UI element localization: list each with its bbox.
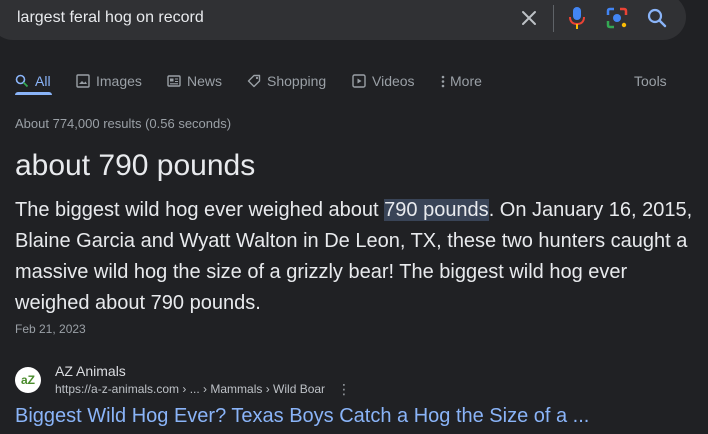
tab-label: All bbox=[35, 73, 51, 89]
tab-label: Shopping bbox=[267, 73, 327, 89]
tab-images[interactable]: Images bbox=[76, 71, 142, 91]
more-vertical-icon[interactable]: ⋮ bbox=[337, 381, 351, 398]
tab-label: News bbox=[187, 73, 223, 89]
tab-label: Videos bbox=[372, 73, 415, 89]
result-title-link[interactable]: Biggest Wild Hog Ever? Texas Boys Catch … bbox=[15, 405, 589, 428]
tools-label: Tools bbox=[634, 73, 667, 89]
tab-label: Images bbox=[96, 73, 142, 89]
active-tab-indicator bbox=[15, 92, 52, 95]
snippet-text-before: The biggest wild hog ever weighed about bbox=[15, 199, 385, 221]
play-icon bbox=[352, 74, 366, 88]
tab-videos[interactable]: Videos bbox=[352, 71, 415, 91]
favicon-text: aZ bbox=[20, 373, 35, 387]
snippet-highlight: 790 pounds bbox=[384, 199, 489, 221]
tools-button[interactable]: Tools bbox=[634, 71, 667, 91]
tab-more[interactable]: More bbox=[440, 71, 482, 91]
newspaper-icon bbox=[167, 75, 181, 87]
tab-label: More bbox=[450, 73, 482, 89]
close-icon[interactable] bbox=[519, 8, 539, 28]
tab-shopping[interactable]: Shopping bbox=[247, 71, 326, 91]
search-tabs: All Images News Shopping Videos More Too… bbox=[0, 62, 708, 95]
search-icon[interactable] bbox=[647, 8, 667, 28]
search-icon bbox=[15, 74, 29, 88]
source-url[interactable]: https://a-z-animals.com › ... › Mammals … bbox=[55, 382, 325, 396]
featured-snippet-text: The biggest wild hog ever weighed about … bbox=[15, 195, 695, 319]
more-vertical-icon bbox=[441, 75, 445, 88]
tab-news[interactable]: News bbox=[167, 71, 222, 91]
result-stats: About 774,000 results (0.56 seconds) bbox=[15, 116, 232, 131]
source-name[interactable]: AZ Animals bbox=[55, 363, 126, 379]
source-favicon[interactable]: aZ bbox=[15, 367, 41, 393]
lens-icon[interactable] bbox=[606, 7, 628, 29]
tag-icon bbox=[247, 74, 261, 88]
featured-answer: about 790 pounds bbox=[15, 149, 256, 182]
tab-all[interactable]: All bbox=[15, 71, 51, 91]
image-icon bbox=[76, 74, 90, 88]
search-bar-divider bbox=[553, 5, 554, 32]
search-input[interactable]: largest feral hog on record bbox=[17, 9, 204, 27]
snippet-date: Feb 21, 2023 bbox=[15, 322, 86, 336]
microphone-icon[interactable] bbox=[568, 6, 586, 30]
